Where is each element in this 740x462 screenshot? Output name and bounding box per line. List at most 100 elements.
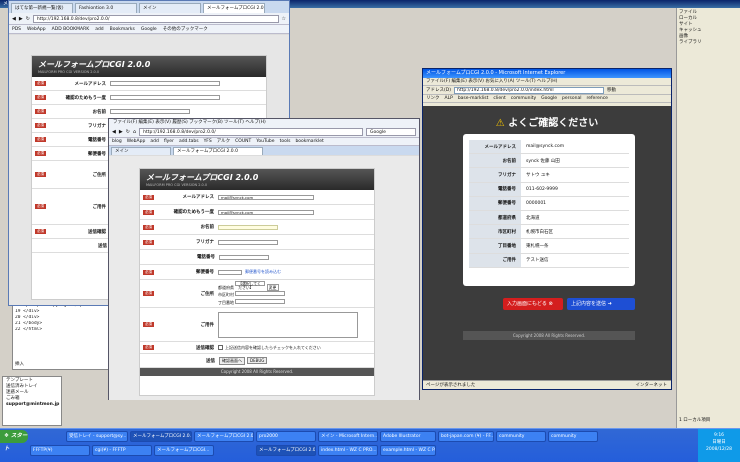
name-field[interactable] — [110, 109, 190, 114]
bookmark-item[interactable]: COUNT — [235, 138, 251, 145]
mail-folder-tree[interactable]: テンプレート 送信済みトレイ 迷惑メール ごみ箱 support@mintmon… — [2, 376, 62, 426]
link-item[interactable]: client — [493, 95, 505, 102]
phone-field[interactable] — [219, 254, 269, 260]
name-field[interactable] — [218, 224, 278, 230]
field-label: ご住所 — [200, 291, 215, 297]
link-item[interactable]: community — [511, 95, 536, 102]
confirm-key: ご用件 — [469, 253, 521, 267]
bookmark-item[interactable]: tools — [280, 138, 291, 145]
form-subtitle: MAILFORM PRO CGI VERSION 2.0.0 — [146, 183, 208, 187]
bookmark-item[interactable]: add — [150, 138, 158, 145]
email-field[interactable] — [110, 81, 220, 86]
back-to-input-button[interactable]: 入力画面にもどる ⊗ — [503, 298, 563, 310]
taskbar-item[interactable]: FFFTP(¥) — [30, 445, 90, 456]
zip-field[interactable] — [218, 269, 242, 275]
bookmark-item[interactable]: add — [95, 25, 103, 33]
taskbar-item[interactable]: index.html - WZ C PRO... — [318, 445, 378, 456]
home-icon[interactable]: ⌂ — [133, 129, 136, 135]
taskbar-item[interactable]: メールフォームプロCGI 2.0... — [130, 431, 192, 442]
zip-lookup-link[interactable]: 郵便番号を読み込む — [245, 269, 281, 275]
furigana-field[interactable] — [218, 239, 278, 245]
link-item[interactable]: reference — [586, 95, 608, 102]
start-button[interactable]: ❖ スタート — [0, 430, 28, 452]
bookmark-item[interactable]: アルク — [217, 138, 230, 145]
street-field[interactable] — [235, 298, 286, 304]
prefecture-select[interactable]: 【選択してください】 — [235, 280, 266, 289]
email-confirm-field[interactable] — [110, 95, 220, 100]
files-panel[interactable]: ファイル ローカル サイト キャッシュ 画像 ライブラリ 1 ローカル項目 — [676, 8, 740, 428]
bookmark-item[interactable]: Google — [141, 25, 157, 33]
bookmark-item[interactable]: flyer — [164, 138, 174, 145]
email-field[interactable]: mail@synck.com — [218, 194, 314, 200]
bookmark-item[interactable]: blog — [112, 138, 122, 145]
bookmark-item[interactable]: bookmarklet — [295, 138, 323, 145]
bookmark-item[interactable]: add.tabs — [179, 138, 199, 145]
form-header: メールフォームプロCGI 2.0.0 MAILFORM PRO CGI VERS… — [32, 56, 266, 77]
bookmark-item[interactable]: WebApp — [127, 138, 146, 145]
back-icon[interactable]: ◀ — [12, 16, 16, 22]
taskbar-item[interactable]: メイン - Microsoft Intern... — [318, 431, 378, 442]
url-input[interactable]: http://192.168.0.8/dev/pro2.0.0/ — [32, 14, 279, 23]
forward-icon[interactable]: ▶ — [119, 129, 123, 135]
taskbar-item[interactable]: メールフォームプロCGI 2.0... — [194, 431, 254, 442]
prefecture-change-button[interactable]: 変更 — [266, 283, 279, 291]
forward-icon[interactable]: ▶ — [19, 16, 23, 22]
link-item[interactable]: base-marklist — [458, 95, 489, 102]
link-item[interactable]: ALP — [445, 95, 453, 102]
confirm-screen-button[interactable]: 確認画面へ — [219, 356, 245, 365]
bookmark-item[interactable]: Bookmarks — [110, 25, 135, 33]
taskbar-item[interactable]: community — [548, 431, 598, 442]
taskbar-item[interactable]: community — [496, 431, 546, 442]
code-editor[interactable]: 18 <p><span>Copyright</span> 19 </div> 2… — [12, 300, 120, 370]
link-item[interactable]: Google — [541, 95, 557, 102]
taskbar-item[interactable]: 受信トレイ - support@sy... — [66, 431, 128, 442]
browser-tab-active[interactable]: メールフォームプロCGI 2.0.0 — [173, 147, 263, 155]
panel-item[interactable]: ライブラリ — [679, 40, 738, 46]
inquiry-textarea[interactable] — [218, 311, 358, 338]
star-icon[interactable]: ☆ — [282, 16, 286, 22]
go-button[interactable]: 移動 — [607, 86, 616, 95]
ie-menubar[interactable]: ファイル(F) 編集(E) 表示(V) お気に入り(A) ツール(T) ヘルプ(… — [423, 78, 671, 86]
confirm-checkbox[interactable] — [218, 345, 223, 350]
debug-button[interactable]: DEBUG — [247, 357, 268, 364]
email-confirm-field[interactable]: mail@synck.com — [218, 209, 314, 215]
clock-day: 日曜日 — [712, 440, 726, 445]
search-input[interactable]: Google — [366, 128, 416, 136]
bookmark-item[interactable]: その他のブックマーク — [163, 25, 208, 33]
reload-icon[interactable]: ↻ — [126, 129, 130, 135]
bookmark-item[interactable]: ADD BOOKMARK — [52, 25, 90, 33]
zone-text: インターネット — [635, 383, 668, 388]
url-input[interactable]: http://192.168.0.8/dev/pro2.0.0/ — [139, 128, 363, 136]
confirm-row: 市区町村 札幌市白石区 — [469, 225, 629, 240]
bookmark-item[interactable]: YFS — [204, 138, 212, 145]
browser-tab[interactable]: Fashiontion 3.0 — [75, 3, 137, 13]
taskbar-item[interactable]: メールフォームプロCGI 2.0... — [256, 445, 316, 456]
taskbar-item[interactable]: pro2000 — [256, 431, 316, 442]
browser-tab[interactable]: メイン — [139, 3, 201, 13]
back-icon[interactable]: ◀ — [112, 129, 116, 135]
system-clock[interactable]: 9:16 日曜日 2008/12/28 — [698, 429, 740, 462]
confirm-value: 0000001 — [526, 200, 547, 206]
city-field[interactable] — [235, 291, 286, 297]
reload-icon[interactable]: ↻ — [26, 16, 30, 22]
confirm-row: 都道府県 北海道 — [469, 210, 629, 226]
taskbar-item[interactable]: example.html - WZ C P... — [380, 445, 436, 456]
bookmark-item[interactable]: YouTube — [256, 138, 274, 145]
browser-tab-active[interactable]: メールフォームプロCGI 2.0.0 — [203, 3, 265, 13]
link-item[interactable]: personal — [562, 95, 581, 102]
folder-item[interactable]: support@mintmon.jp — [6, 402, 59, 408]
taskbar-item[interactable]: Adobe Illustrator — [380, 431, 436, 442]
required-badge: 必須 — [143, 224, 154, 230]
address-input[interactable]: http://192.168.0.8/dev/pro2.0.0/index.ht… — [453, 86, 604, 94]
bookmark-item[interactable]: WebApp — [27, 25, 46, 33]
confirm-key: 丁目番地 — [469, 239, 521, 253]
send-button[interactable]: 上記内容を送信 ➜ — [567, 298, 635, 310]
ff-menubar[interactable]: ファイル(F) 編集(E) 表示(V) 履歴(S) ブックマーク(B) ツール(… — [109, 119, 419, 127]
browser-tab[interactable]: はてな第一新規一覧(仮) — [11, 3, 73, 13]
bookmark-item[interactable]: PDS — [12, 25, 21, 33]
form-row: 必須 ご用件 — [140, 308, 374, 342]
taskbar-item[interactable]: bot-japan.com (¥) - FF... — [438, 431, 494, 442]
taskbar-item[interactable]: メールフォームプロCGI... — [154, 445, 214, 456]
browser-tab[interactable]: メイン — [111, 147, 171, 155]
taskbar-item[interactable]: cgi(¥) - FFFTP — [92, 445, 152, 456]
